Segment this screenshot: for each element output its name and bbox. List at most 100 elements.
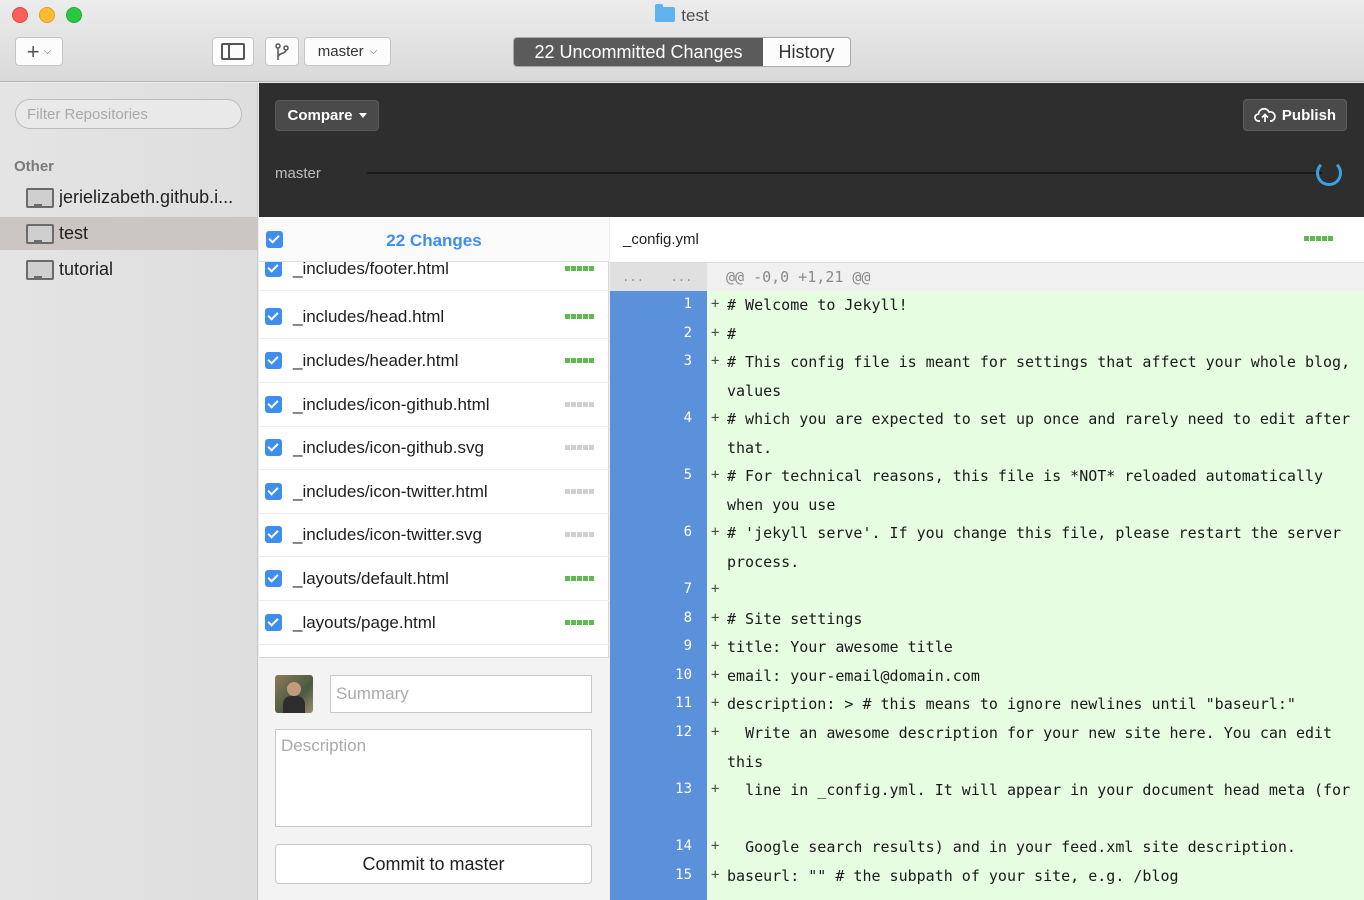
added-marker: + bbox=[711, 325, 720, 341]
file-row[interactable]: _includes/icon-twitter.svg bbox=[259, 513, 609, 557]
computer-icon bbox=[26, 187, 54, 208]
cloud-upload-icon bbox=[1254, 107, 1276, 122]
added-marker: + bbox=[711, 581, 720, 597]
added-marker: + bbox=[711, 296, 720, 312]
view-mode-tabs: 22 Uncommitted Changes History bbox=[513, 37, 851, 67]
line-number: 6 bbox=[683, 524, 692, 540]
file-row[interactable]: _includes/icon-github.svg bbox=[259, 426, 609, 470]
commit-summary-input[interactable] bbox=[330, 675, 592, 713]
changed-files-list: _includes/footer.html _includes/head.htm… bbox=[259, 262, 609, 657]
hunk-header: ... ... @@ -0,0 +1,21 @@ bbox=[610, 263, 1364, 291]
window-title: test bbox=[0, 4, 1364, 26]
branch-timeline bbox=[367, 172, 1322, 174]
avatar bbox=[275, 675, 313, 713]
line-number: 2 bbox=[683, 325, 692, 341]
line-number: 3 bbox=[683, 353, 692, 369]
sidebar-section-label: Other bbox=[14, 158, 55, 175]
chevron-down-icon: ⌵ bbox=[369, 46, 378, 57]
title-bar: test + ⌵ master ⌵ 22 Uncommitted Changes… bbox=[0, 0, 1364, 82]
file-row[interactable]: _layouts/default.html bbox=[259, 557, 609, 601]
sidebar-item-label: test bbox=[59, 223, 89, 243]
folder-icon bbox=[655, 4, 676, 22]
branch-selector-label: master bbox=[317, 43, 364, 60]
sidebar-item-label: tutorial bbox=[59, 259, 114, 279]
line-number: 10 bbox=[675, 667, 692, 683]
line-number: 15 bbox=[675, 867, 692, 883]
file-name: _includes/icon-github.html bbox=[293, 394, 490, 414]
file-checkbox[interactable] bbox=[265, 570, 282, 587]
publish-button[interactable]: Publish bbox=[1243, 99, 1347, 131]
line-number: 12 bbox=[675, 724, 692, 740]
line-number: 14 bbox=[675, 838, 692, 854]
file-name: _includes/footer.html bbox=[293, 262, 449, 278]
file-row[interactable]: _layouts/page.html bbox=[259, 601, 609, 645]
filter-repositories-input[interactable] bbox=[15, 99, 242, 129]
file-checkbox[interactable] bbox=[265, 614, 282, 631]
added-marker: + bbox=[711, 353, 720, 369]
create-branch-button[interactable] bbox=[265, 37, 299, 66]
file-checkbox[interactable] bbox=[265, 483, 282, 500]
added-marker: + bbox=[711, 667, 720, 683]
tab-history[interactable]: History bbox=[763, 38, 850, 66]
computer-icon bbox=[26, 223, 54, 244]
commit-form: Commit to master bbox=[259, 657, 609, 900]
line-number: 7 bbox=[683, 581, 692, 597]
diff-stat-bar bbox=[565, 532, 594, 537]
file-row[interactable]: _includes/header.html bbox=[259, 339, 609, 383]
file-row[interactable]: _includes/footer.html bbox=[259, 262, 609, 291]
sync-indicator-icon bbox=[1316, 160, 1342, 186]
file-checkbox[interactable] bbox=[265, 526, 282, 543]
compare-bar: Compare Publish master bbox=[259, 83, 1364, 217]
line-number: 4 bbox=[683, 410, 692, 426]
file-checkbox[interactable] bbox=[265, 439, 282, 456]
diff-stat-bar bbox=[565, 489, 594, 494]
file-row[interactable]: _includes/icon-twitter.html bbox=[259, 470, 609, 514]
line-number: 5 bbox=[683, 467, 692, 483]
file-name: _layouts/default.html bbox=[293, 568, 449, 588]
added-marker: + bbox=[711, 867, 720, 883]
file-name: _includes/icon-github.svg bbox=[293, 437, 484, 457]
diff-header: _config.yml bbox=[610, 217, 1364, 263]
repository-sidebar: Other jerielizabeth.github.i... test tut… bbox=[0, 83, 258, 900]
tab-uncommitted-changes[interactable]: 22 Uncommitted Changes bbox=[514, 38, 763, 66]
file-row[interactable]: _includes/head.html bbox=[259, 295, 609, 339]
code-text: # bbox=[727, 325, 737, 343]
file-row[interactable]: _includes/icon-github.html bbox=[259, 383, 609, 427]
file-checkbox[interactable] bbox=[265, 396, 282, 413]
sidebar-item-label: jerielizabeth.github.i... bbox=[59, 187, 234, 207]
added-marker: + bbox=[711, 695, 720, 711]
diff-stat-bar bbox=[1304, 236, 1333, 241]
diff-stat-bar bbox=[565, 314, 594, 319]
file-name: _layouts/page.html bbox=[293, 612, 436, 632]
sidebar-item-repo[interactable]: test bbox=[0, 217, 258, 250]
hunk-new-gutter: ... bbox=[656, 263, 707, 291]
file-name: _includes/icon-twitter.svg bbox=[293, 524, 482, 544]
sidebar-item-repo[interactable]: jerielizabeth.github.i... bbox=[0, 181, 258, 214]
file-checkbox[interactable] bbox=[265, 352, 282, 369]
code-text: title: Your awesome title bbox=[727, 638, 953, 656]
code-text: # Site settings bbox=[727, 610, 863, 628]
code-text: # which you are expected to set up once … bbox=[727, 410, 1360, 457]
line-number: 8 bbox=[683, 610, 692, 626]
file-checkbox[interactable] bbox=[265, 308, 282, 325]
code-text: line in _config.yml. It will appear in y… bbox=[727, 781, 1351, 799]
hunk-old-gutter: ... bbox=[610, 263, 656, 291]
sidebar-item-repo[interactable]: tutorial bbox=[0, 253, 258, 286]
commit-description-input[interactable] bbox=[275, 729, 592, 827]
line-number: 9 bbox=[683, 638, 692, 654]
branch-selector[interactable]: master ⌵ bbox=[304, 37, 391, 66]
code-text: baseurl: "" # the subpath of your site, … bbox=[727, 867, 1179, 885]
added-marker: + bbox=[711, 410, 720, 426]
code-text: # Welcome to Jekyll! bbox=[727, 296, 908, 314]
compare-button[interactable]: Compare bbox=[275, 100, 379, 131]
file-name: _includes/head.html bbox=[293, 306, 445, 326]
add-repository-button[interactable]: + ⌵ bbox=[15, 37, 63, 66]
plus-icon: + bbox=[26, 38, 40, 64]
diff-stat-bar bbox=[565, 358, 594, 363]
file-checkbox[interactable] bbox=[265, 262, 282, 277]
commit-button[interactable]: Commit to master bbox=[275, 844, 592, 884]
changes-count: 22 Changes bbox=[386, 231, 482, 250]
old-line-gutter bbox=[610, 263, 656, 900]
diff-stat-bar bbox=[565, 402, 594, 407]
toggle-sidebar-button[interactable] bbox=[212, 37, 254, 66]
